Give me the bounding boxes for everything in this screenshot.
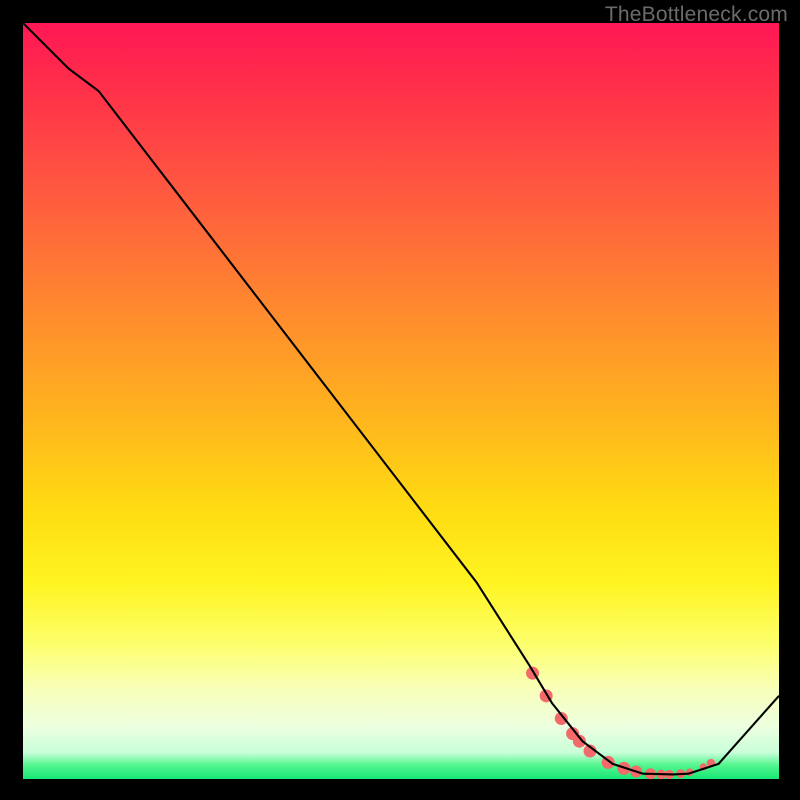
chart-stage: TheBottleneck.com (0, 0, 800, 800)
curve-layer (23, 23, 779, 779)
plot-area (23, 23, 779, 779)
marker-group (526, 667, 715, 780)
bottleneck-curve (23, 23, 779, 774)
attribution-text: TheBottleneck.com (605, 3, 788, 27)
